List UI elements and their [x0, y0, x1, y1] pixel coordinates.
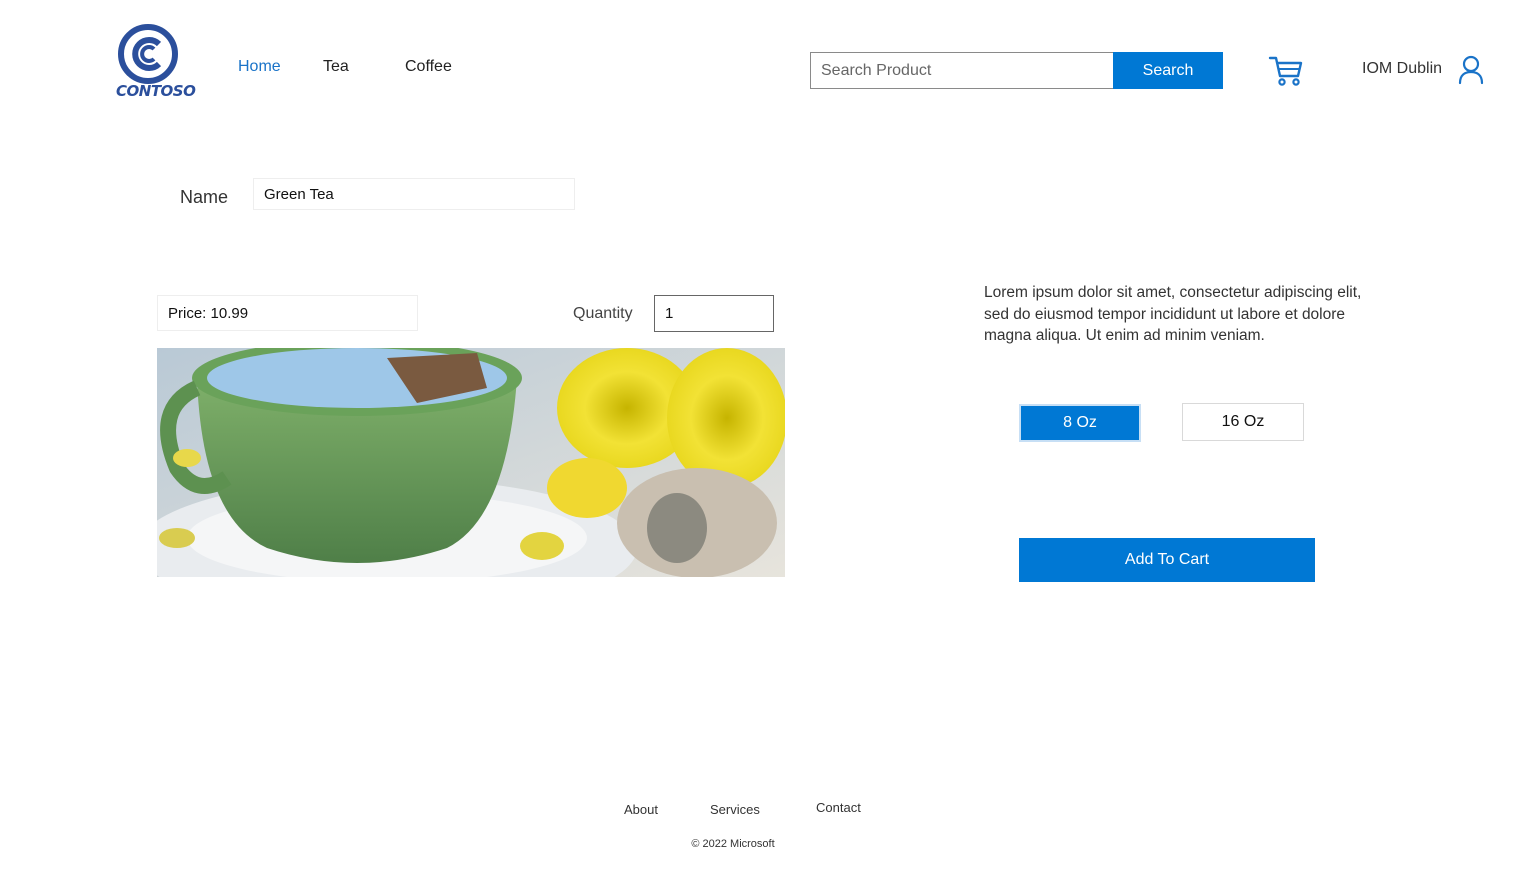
add-to-cart-button[interactable]: Add To Cart — [1019, 538, 1315, 582]
search-button[interactable]: Search — [1113, 52, 1223, 89]
brand-name: CONTOSO — [116, 82, 196, 100]
product-name-value: Green Tea — [264, 185, 334, 203]
product-name-field[interactable]: Green Tea — [253, 178, 575, 210]
product-image — [157, 348, 785, 577]
copyright-text: © 2022 Microsoft — [691, 838, 775, 850]
price-text: Price: 10.99 — [168, 304, 249, 322]
quantity-input[interactable] — [654, 295, 774, 332]
product-description: Lorem ipsum dolor sit amet, consectetur … — [984, 284, 1362, 344]
quantity-label: Quantity — [573, 305, 633, 322]
user-location-label[interactable]: IOM Dublin — [1362, 60, 1442, 78]
price-field: Price: 10.99 — [157, 295, 418, 331]
nav-home[interactable]: Home — [238, 58, 281, 76]
contoso-logo[interactable]: CONTOSO — [116, 24, 196, 104]
search-input[interactable] — [810, 52, 1113, 89]
footer-about-link[interactable]: About — [624, 802, 658, 817]
nav-coffee[interactable]: Coffee — [405, 58, 452, 76]
shopping-cart-icon[interactable] — [1268, 55, 1304, 87]
footer-services-link[interactable]: Services — [710, 802, 760, 817]
size-16oz-button[interactable]: 16 Oz — [1182, 403, 1304, 441]
name-label: Name — [180, 187, 229, 207]
contoso-c-logo-icon — [118, 24, 178, 84]
nav-tea[interactable]: Tea — [323, 58, 349, 76]
user-icon[interactable] — [1458, 55, 1484, 85]
footer-contact-link[interactable]: Contact — [816, 800, 861, 815]
size-8oz-button[interactable]: 8 Oz — [1019, 404, 1141, 442]
